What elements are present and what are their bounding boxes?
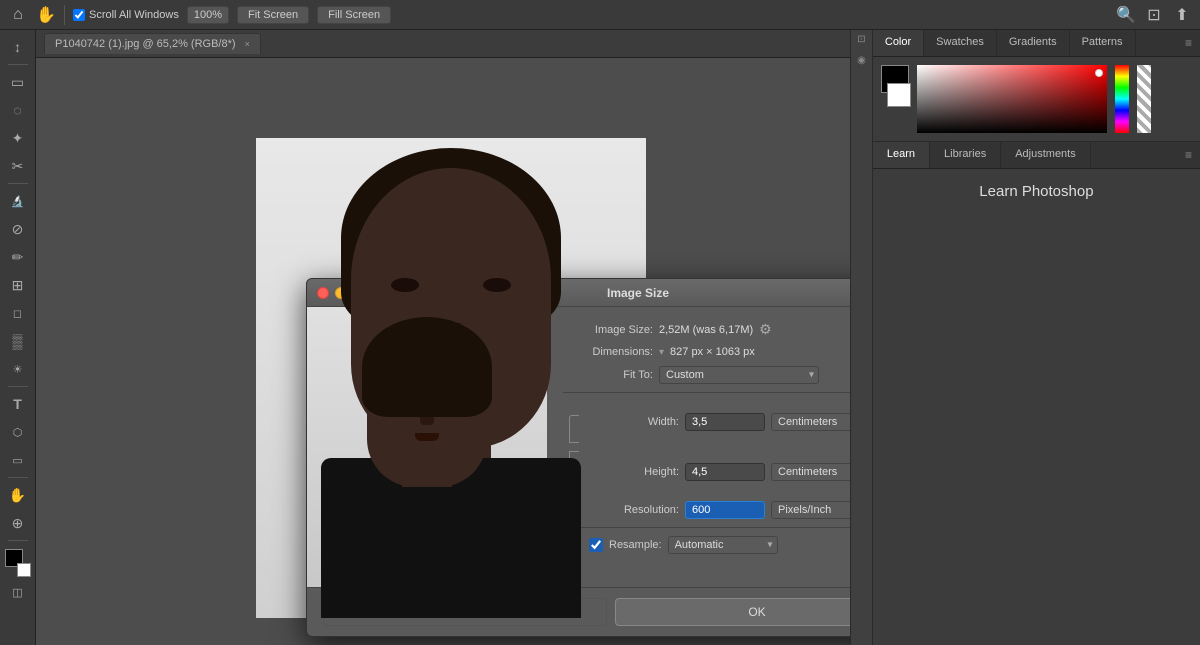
tab-color[interactable]: Color [873,30,924,56]
gear-button[interactable]: ⚙ [759,321,772,338]
dimensions-chevron[interactable]: ▾ [659,347,664,358]
tab-close-button[interactable]: × [245,39,250,49]
preview-body [337,487,517,587]
marquee-tool[interactable]: ▭ [5,69,31,95]
zoom-tool[interactable]: ⊕ [5,510,31,536]
gradient-tool[interactable]: ▒ [5,328,31,354]
path-select-tool[interactable]: ⬡ [5,419,31,445]
search-icon[interactable]: 🔍 [1116,5,1136,25]
scroll-all-windows-label[interactable]: Scroll All Windows [73,9,179,21]
tab-bar: P1040742 (1).jpg @ 65,2% (RGB/8*) × [36,30,850,58]
main-layout: ↕ ▭ ◌ ✦ ✂ 🔬 ⊘ ✏ ⊞ ◻ ▒ ☀ T ⬡ ▭ ✋ ⊕ ◫ P104… [0,30,1200,645]
brush-tool[interactable]: ✏ [5,244,31,270]
edge-strip: ⊡ ◉ [850,30,872,645]
eraser-tool[interactable]: ◻ [5,300,31,326]
background-color[interactable] [17,563,31,577]
color-gradient[interactable] [917,65,1107,133]
tab-adjustments[interactable]: Adjustments [1001,142,1091,168]
fg-bg-swatches [881,65,909,119]
quick-mask-tool[interactable]: ◫ [5,579,31,605]
fit-to-select[interactable]: Custom Original Size US Letter A4 [659,366,819,384]
clone-tool[interactable]: ⊞ [5,272,31,298]
resolution-unit-select[interactable]: Pixels/Inch Pixels/Centimeter [771,501,850,519]
height-unit-select[interactable]: Centimeters Pixels Inches Millimeters [771,463,850,481]
width-unit-select[interactable]: Centimeters Pixels Inches Millimeters [771,413,850,431]
width-unit-wrapper: Centimeters Pixels Inches Millimeters [771,413,850,431]
tab-libraries[interactable]: Libraries [930,142,1001,168]
color-panel: Color Swatches Gradients Patterns ≡ [873,30,1200,142]
shape-tool[interactable]: ▭ [5,447,31,473]
alpha-strip[interactable] [1137,65,1151,133]
canvas-area: P1040742 (1).jpg @ 65,2% (RGB/8*) × [36,30,850,645]
dodge-tool[interactable]: ☀ [5,356,31,382]
width-input[interactable] [685,413,765,431]
dimensions-value: 827 px × 1063 px [670,346,755,358]
top-toolbar: ⌂ ✋ Scroll All Windows 100% Fit Screen F… [0,0,1200,30]
zoom-level: 100% [187,6,229,24]
left-toolbar: ↕ ▭ ◌ ✦ ✂ 🔬 ⊘ ✏ ⊞ ◻ ▒ ☀ T ⬡ ▭ ✋ ⊕ ◫ [0,30,36,645]
home-icon[interactable]: ⌂ [8,5,28,25]
canvas-bg[interactable]: Image Size [36,58,850,645]
bg-color-swatch[interactable] [887,83,911,107]
document-tab[interactable]: P1040742 (1).jpg @ 65,2% (RGB/8*) × [44,33,261,54]
color-panel-menu[interactable]: ≡ [1177,30,1200,56]
edge-icon-2[interactable]: ◉ [857,55,866,66]
preview-hair [362,317,492,417]
right-section: ⊡ ◉ Color Swatches Gradients Patterns ≡ [850,30,1200,645]
right-panel-area: ⊡ ◉ Color Swatches Gradients Patterns ≡ [850,30,1200,645]
fit-screen-button[interactable]: Fit Screen [237,6,309,24]
ok-button[interactable]: OK [615,598,850,626]
hand-tool-icon[interactable]: ✋ [36,5,56,25]
height-unit-wrapper: Centimeters Pixels Inches Millimeters [771,463,850,481]
layout-icon[interactable]: ⊡ [1144,5,1164,25]
learn-title: Learn Photoshop [873,169,1200,214]
resolution-unit-wrapper: Pixels/Inch Pixels/Centimeter [771,501,850,519]
image-size-value: 2,52M (was 6,17M) [659,324,753,336]
fit-to-select-wrapper: Custom Original Size US Letter A4 [659,366,819,384]
crop-tool[interactable]: ✂ [5,153,31,179]
tab-swatches[interactable]: Swatches [924,30,997,56]
move-tool[interactable]: ↕ [5,34,31,60]
share-icon[interactable]: ⬆ [1172,5,1192,25]
hue-strip[interactable] [1115,65,1129,133]
learn-panel-menu[interactable]: ≡ [1177,142,1200,168]
spot-heal-tool[interactable]: ⊘ [5,216,31,242]
learn-panel: Learn Libraries Adjustments ≡ Learn Phot… [873,142,1200,645]
color-panel-tabs: Color Swatches Gradients Patterns ≡ [873,30,1200,57]
learn-panel-tabs: Learn Libraries Adjustments ≡ [873,142,1200,169]
resolution-input[interactable] [685,501,765,519]
lasso-tool[interactable]: ◌ [5,97,31,123]
resample-select[interactable]: Automatic Preserve Details Bicubic [668,536,778,554]
scroll-all-windows-checkbox[interactable] [73,9,85,21]
resample-unit-wrapper: Automatic Preserve Details Bicubic [668,536,778,554]
hand-tool[interactable]: ✋ [5,482,31,508]
tab-gradients[interactable]: Gradients [997,30,1070,56]
color-swatches [5,549,31,577]
tab-learn[interactable]: Learn [873,142,930,168]
type-tool[interactable]: T [5,391,31,417]
edge-icon-1[interactable]: ⊡ [857,34,865,45]
height-input[interactable] [685,463,765,481]
tab-patterns[interactable]: Patterns [1070,30,1136,56]
eyedropper-tool[interactable]: 🔬 [5,188,31,214]
color-picker-area [873,57,1200,141]
quick-select-tool[interactable]: ✦ [5,125,31,151]
fill-screen-button[interactable]: Fill Screen [317,6,391,24]
right-panel: Color Swatches Gradients Patterns ≡ [872,30,1200,645]
